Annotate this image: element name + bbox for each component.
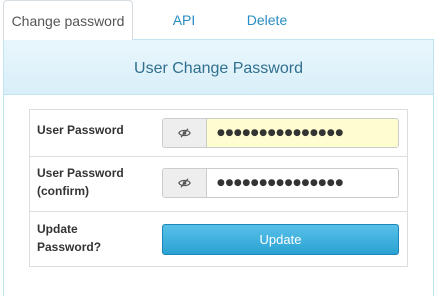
password-input[interactable] (207, 119, 398, 147)
update-button[interactable]: Update (162, 224, 399, 255)
password-input-group (162, 118, 399, 148)
change-password-panel: User Change Password User Password User … (3, 39, 434, 296)
tab-delete[interactable]: Delete (246, 0, 288, 39)
password-confirm-visibility-toggle[interactable] (163, 169, 207, 197)
eye-slash-icon (178, 178, 191, 188)
tab-bar: Change password API Settings Delete (0, 0, 434, 68)
password-confirm-label: User Password (confirm) (37, 166, 124, 198)
password-form: User Password User Password (confirm) (29, 109, 408, 267)
tab-api-settings[interactable]: API Settings (148, 0, 220, 68)
password-confirm-input-group (162, 168, 399, 198)
password-row: User Password (30, 110, 407, 156)
panel-heading: User Change Password (4, 40, 433, 95)
password-visibility-toggle[interactable] (163, 119, 207, 147)
eye-slash-icon (178, 128, 191, 138)
update-row: Update Password? Update (30, 211, 407, 267)
tab-change-password[interactable]: Change password (3, 0, 133, 40)
password-confirm-row: User Password (confirm) (30, 156, 407, 211)
password-label: User Password (37, 123, 124, 137)
password-confirm-input[interactable] (207, 169, 398, 197)
update-label: Update Password? (37, 222, 102, 254)
panel-title: User Change Password (134, 60, 303, 77)
